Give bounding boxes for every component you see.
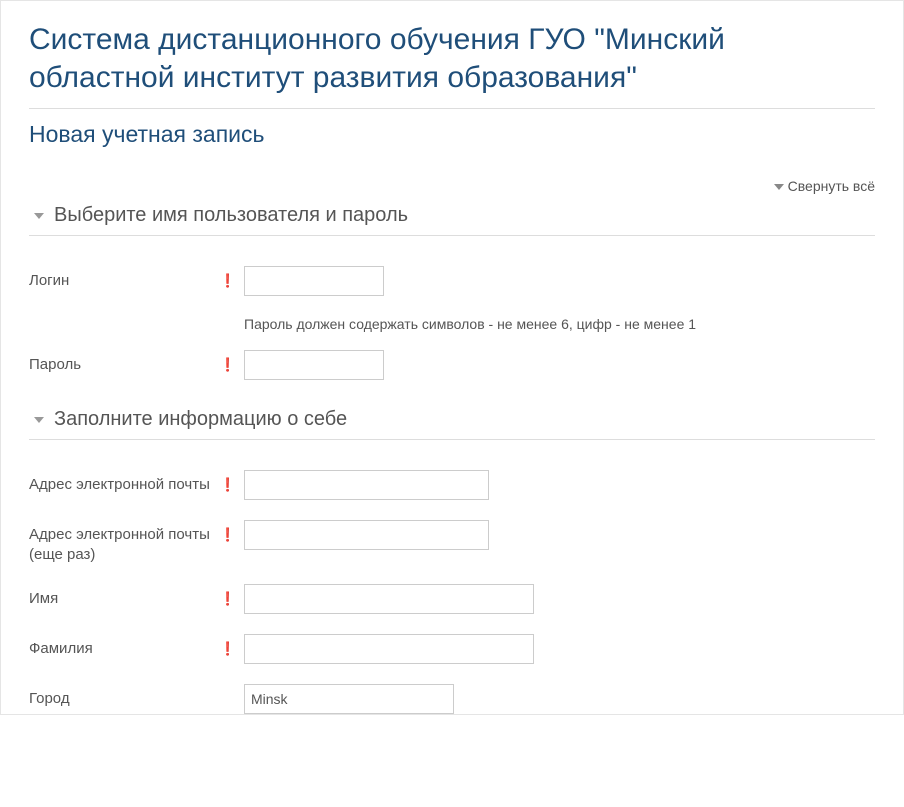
- login-row: Логин ❗: [29, 266, 875, 296]
- page-title: Система дистанционного обучения ГУО "Мин…: [29, 21, 875, 96]
- firstname-input[interactable]: [244, 584, 534, 614]
- section-credentials-legend: Выберите имя пользователя и пароль: [54, 204, 408, 227]
- login-label: Логин: [29, 271, 216, 291]
- email-confirm-row: Адрес электронной почты (еще раз) ❗: [29, 520, 875, 564]
- city-input[interactable]: [244, 684, 454, 714]
- password-label: Пароль: [29, 355, 216, 375]
- lastname-label: Фамилия: [29, 639, 216, 659]
- signup-form-container: Система дистанционного обучения ГУО "Мин…: [0, 0, 904, 715]
- firstname-row: Имя ❗: [29, 584, 875, 614]
- email-input[interactable]: [244, 470, 489, 500]
- required-icon: ❗: [220, 475, 236, 493]
- password-hint-row: Пароль должен содержать символов - не ме…: [29, 316, 875, 332]
- collapse-all-row: Свернуть всё: [29, 178, 875, 194]
- required-icon: ❗: [220, 639, 236, 657]
- firstname-label: Имя: [29, 589, 216, 609]
- chevron-down-icon: [774, 184, 784, 190]
- email-confirm-label: Адрес электронной почты (еще раз): [29, 525, 216, 564]
- section-personal-toggle[interactable]: Заполните информацию о себе: [29, 408, 875, 440]
- password-input[interactable]: [244, 350, 384, 380]
- section-credentials-toggle[interactable]: Выберите имя пользователя и пароль: [29, 204, 875, 236]
- email-row: Адрес электронной почты ❗: [29, 470, 875, 500]
- page-subtitle: Новая учетная запись: [29, 121, 875, 148]
- password-hint: Пароль должен содержать символов - не ме…: [244, 316, 696, 332]
- required-icon: ❗: [220, 589, 236, 607]
- lastname-row: Фамилия ❗: [29, 634, 875, 664]
- login-input[interactable]: [244, 266, 384, 296]
- city-label: Город: [29, 689, 244, 709]
- required-icon: ❗: [220, 355, 236, 373]
- divider: [29, 108, 875, 109]
- required-icon: ❗: [220, 271, 236, 289]
- chevron-down-icon: [34, 213, 44, 219]
- email-confirm-input[interactable]: [244, 520, 489, 550]
- collapse-all-label: Свернуть всё: [788, 178, 875, 194]
- city-row: Город: [29, 684, 875, 714]
- lastname-input[interactable]: [244, 634, 534, 664]
- email-label: Адрес электронной почты: [29, 475, 216, 495]
- section-personal-legend: Заполните информацию о себе: [54, 408, 347, 431]
- collapse-all-link[interactable]: Свернуть всё: [774, 178, 875, 194]
- password-row: Пароль ❗: [29, 350, 875, 380]
- required-icon: ❗: [220, 525, 236, 543]
- chevron-down-icon: [34, 417, 44, 423]
